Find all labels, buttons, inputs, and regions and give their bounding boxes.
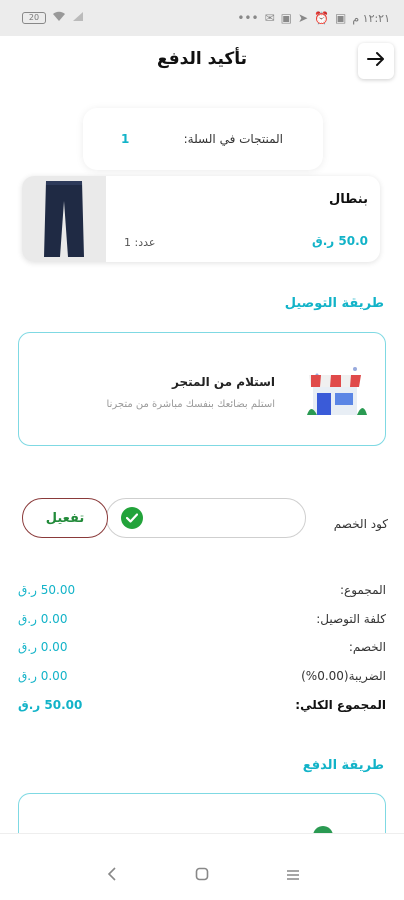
cart-count-value: 1 — [121, 132, 130, 146]
product-card[interactable]: بنطال 50.0 ر.ق عدد: 1 — [22, 176, 380, 262]
coupon-input[interactable] — [106, 498, 306, 538]
summary-total-row: المجموع الكلي: 50.00 ر.ق — [0, 698, 404, 718]
arrow-right-icon — [367, 51, 385, 71]
summary-discount-label: الخصم: — [348, 640, 386, 654]
payment-section-title: طريقة الدفع — [302, 758, 384, 773]
page-title: تأكيد الدفع — [156, 49, 248, 69]
summary-tax-label: الضريبة(0.00%) — [301, 669, 386, 683]
cart-count-label: المنتجات في السلة: — [183, 132, 283, 146]
status-bar: 20 ••• ✉ ▣ ➤ ⏰ ▣ ١٢:٢١ م — [0, 0, 404, 36]
battery-level: 20 — [28, 13, 40, 22]
menu-icon — [286, 866, 300, 885]
summary-discount-row: الخصم: 0.00 ر.ق — [0, 640, 404, 660]
nav-home-button[interactable] — [190, 864, 214, 886]
product-quantity: عدد: 1 — [124, 236, 156, 249]
check-circle-icon — [121, 507, 143, 529]
product-name: بنطال — [328, 192, 368, 207]
summary-tax-value: 0.00 ر.ق — [18, 669, 68, 683]
summary-tax-row: الضريبة(0.00%) 0.00 ر.ق — [0, 669, 404, 689]
cart-count-card: المنتجات في السلة: 1 — [83, 108, 323, 170]
mail-icon: ✉ — [264, 11, 275, 25]
summary-total-value: 50.00 ر.ق — [18, 698, 83, 712]
product-price: 50.0 ر.ق — [312, 234, 368, 248]
store-icon — [305, 361, 369, 419]
system-nav-bar — [0, 833, 404, 900]
delivery-option-title: استلام من المتجر — [172, 375, 275, 389]
telegram-icon: ➤ — [297, 11, 309, 25]
nav-menu-button[interactable] — [281, 864, 305, 886]
image-icon: ▣ — [335, 11, 347, 25]
image-icon: ▣ — [280, 11, 292, 25]
summary-subtotal-row: المجموع: 50.00 ر.ق — [0, 583, 404, 603]
alarm-icon: ⏰ — [314, 11, 329, 25]
summary-subtotal-label: المجموع: — [339, 583, 386, 597]
delivery-option-pickup[interactable]: استلام من المتجر استلم بضائعك بنفسك مباش… — [18, 332, 386, 446]
delivery-section-title: طريقة التوصيل — [284, 296, 384, 311]
dots-icon: ••• — [237, 11, 259, 25]
nav-back-button[interactable] — [100, 864, 124, 886]
status-left: 20 — [22, 11, 84, 25]
summary-delivery-label: كلفة التوصيل: — [316, 612, 386, 626]
battery-icon: 20 — [22, 12, 46, 24]
summary-delivery-value: 0.00 ر.ق — [18, 612, 68, 626]
header: تأكيد الدفع — [0, 36, 404, 88]
signal-icon — [72, 11, 84, 25]
back-button[interactable] — [358, 43, 394, 79]
delivery-option-desc: استلم بضائعك بنفسك مباشرة من متجرنا — [106, 399, 275, 410]
back-icon — [107, 866, 117, 885]
coupon-label: كود الخصم — [333, 517, 388, 531]
summary-total-label: المجموع الكلي: — [295, 698, 386, 712]
status-right: ••• ✉ ▣ ➤ ⏰ ▣ ١٢:٢١ م — [237, 11, 390, 25]
home-icon — [195, 866, 209, 885]
pants-image — [22, 176, 106, 262]
summary-delivery-row: كلفة التوصيل: 0.00 ر.ق — [0, 612, 404, 632]
summary-discount-value: 0.00 ر.ق — [18, 640, 68, 654]
summary-subtotal-value: 50.00 ر.ق — [18, 583, 76, 597]
activate-coupon-button[interactable]: تفعيل — [22, 498, 108, 538]
wifi-icon — [52, 11, 66, 25]
status-time: ١٢:٢١ م — [352, 11, 390, 25]
